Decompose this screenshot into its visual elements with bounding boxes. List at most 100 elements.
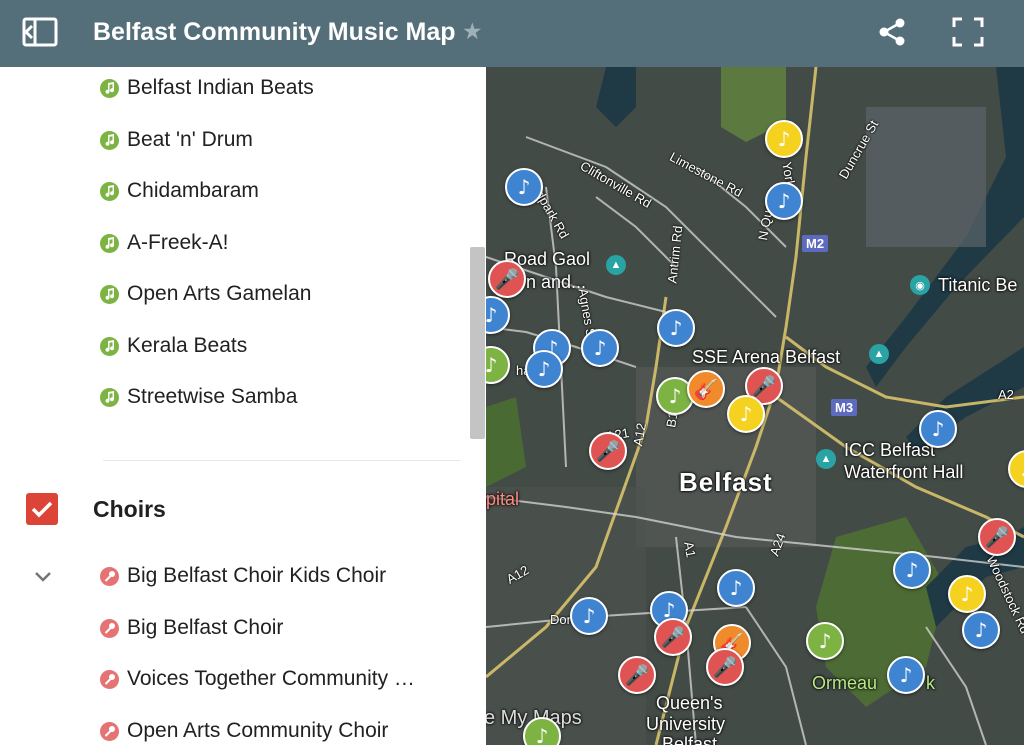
music-note-icon: ♪	[1021, 459, 1024, 479]
star-icon[interactable]: ★	[462, 15, 483, 47]
music-note-icon: ♪	[486, 353, 498, 377]
list-item[interactable]: A-Freek-A!	[100, 226, 229, 260]
music-note-icon: ♪	[668, 384, 682, 408]
choirs-layer-checkbox[interactable]	[26, 493, 58, 525]
road-label: A2	[998, 387, 1014, 402]
chevron-down-icon[interactable]	[32, 565, 54, 587]
music-note-icon	[100, 284, 119, 304]
map-pin-choir[interactable]: 🎤	[706, 648, 744, 686]
place-label: SSE Arena Belfast	[692, 347, 841, 367]
music-note-icon: ♪	[537, 357, 551, 381]
microphone-icon: 🎤	[494, 267, 520, 291]
map-pin-drumming[interactable]: ♪	[806, 622, 844, 660]
microphone-icon	[100, 669, 119, 689]
music-note-icon: ♪	[729, 576, 743, 600]
music-note-icon: ♪	[777, 127, 791, 151]
music-note-icon: ♪	[777, 189, 791, 213]
map-pin-guitar[interactable]: 🎸	[687, 370, 725, 408]
place-label: Ormeau	[812, 673, 878, 693]
map-pin-music[interactable]: ♪	[581, 329, 619, 367]
music-note-icon: ♪	[662, 598, 676, 622]
map-pin-choir[interactable]: 🎤	[618, 656, 656, 694]
place-label: pital	[486, 489, 520, 509]
music-note-icon: ♪	[669, 316, 683, 340]
music-note-icon	[100, 181, 119, 201]
map-pin-music[interactable]: ♪	[893, 551, 931, 589]
collapse-sidebar-icon[interactable]	[22, 16, 58, 48]
list-item[interactable]: Big Belfast Choir	[100, 611, 283, 645]
share-icon[interactable]	[876, 16, 908, 48]
music-note-icon	[100, 130, 119, 150]
map-pin-music[interactable]: ♪	[727, 395, 765, 433]
list-item-label: Big Belfast Choir Kids Choir	[127, 564, 387, 587]
landmark-icon: ◉	[910, 275, 930, 295]
road-label: A1	[681, 540, 699, 559]
place-label: Waterfront Hall	[844, 462, 964, 482]
map-pin-choir[interactable]: 🎤	[488, 260, 526, 298]
list-item[interactable]: Streetwise Samba	[100, 380, 297, 414]
list-item[interactable]: Beat 'n' Drum	[100, 123, 253, 157]
list-item-label: Chidambaram	[127, 179, 259, 202]
place-label: ICC Belfast	[844, 440, 936, 460]
list-item[interactable]: Open Arts Gamelan	[100, 277, 311, 311]
list-item-label: Open Arts Community Choir	[127, 719, 389, 742]
satellite-map[interactable]: Limestone Rd Cliftonville Rd Antrim Rd D…	[486, 67, 1024, 745]
sidebar-scrollbar[interactable]	[470, 247, 485, 439]
map-pin-music[interactable]: ♪	[570, 597, 608, 635]
list-item-label: Beat 'n' Drum	[127, 128, 253, 151]
map-pin-music[interactable]: ♪	[657, 309, 695, 347]
music-note-icon	[100, 336, 119, 356]
microphone-icon	[100, 618, 119, 638]
page-title: Belfast Community Music Map	[93, 18, 456, 46]
place-label: Queen's	[656, 693, 723, 713]
music-note-icon: ♪	[974, 618, 988, 642]
list-item-label: Voices Together Community …	[127, 667, 415, 690]
list-item-label: Belfast Indian Beats	[127, 76, 314, 99]
guitar-icon: 🎸	[693, 377, 719, 401]
microphone-icon: 🎤	[660, 625, 686, 649]
microphone-icon: 🎤	[751, 374, 777, 398]
map-pin-music[interactable]: ♪	[962, 611, 1000, 649]
map-pin-choir[interactable]: 🎤	[654, 618, 692, 656]
music-note-icon: ♪	[739, 402, 753, 426]
music-note-icon: ♪	[486, 303, 498, 327]
motorway-badge: M2	[802, 235, 829, 252]
music-note-icon: ♪	[960, 582, 974, 606]
fullscreen-icon[interactable]	[951, 16, 985, 48]
place-label: k	[926, 673, 935, 693]
city-label: Belfast	[679, 467, 773, 497]
map-pin-music[interactable]: ♪	[948, 575, 986, 613]
map-pin-music[interactable]: ♪	[717, 569, 755, 607]
map-pin-music[interactable]: ♪	[765, 182, 803, 220]
microphone-icon: 🎤	[712, 655, 738, 679]
map-pin-music[interactable]: ♪	[919, 410, 957, 448]
map-pin-music[interactable]: ♪	[765, 120, 803, 158]
map-pin-choir[interactable]: 🎤	[589, 432, 627, 470]
place-label: n and...	[526, 272, 587, 292]
list-item[interactable]: Voices Together Community …	[100, 662, 415, 696]
microphone-icon	[100, 721, 119, 741]
map-pin-music[interactable]: ♪	[887, 656, 925, 694]
landmark-icon: ▲	[606, 255, 626, 275]
place-label: Titanic Be	[938, 275, 1018, 295]
choirs-layer-title[interactable]: Choirs	[93, 493, 166, 525]
microphone-icon: 🎤	[984, 525, 1010, 549]
music-note-icon: ♪	[582, 604, 596, 628]
list-item[interactable]: Open Arts Community Choir	[100, 714, 388, 745]
music-note-icon: ♪	[593, 336, 607, 360]
music-note-icon: ♪	[535, 724, 549, 745]
section-divider	[103, 460, 460, 461]
map-pin-music[interactable]: ♪	[505, 168, 543, 206]
list-item[interactable]: Big Belfast Choir Kids Choir	[100, 559, 386, 593]
motorway-badge: M3	[831, 399, 858, 416]
landmark-icon: ▲	[816, 449, 836, 469]
map-pin-music[interactable]: ♪	[525, 350, 563, 388]
list-item-label: Kerala Beats	[127, 334, 248, 357]
microphone-icon: 🎤	[595, 439, 621, 463]
music-note-icon: ♪	[818, 629, 832, 653]
list-item[interactable]: Kerala Beats	[100, 329, 247, 363]
list-item[interactable]: Chidambaram	[100, 174, 259, 208]
list-item[interactable]: Belfast Indian Beats	[100, 71, 314, 105]
map-pin-choir[interactable]: 🎤	[978, 518, 1016, 556]
list-item-label: A-Freek-A!	[127, 231, 229, 254]
